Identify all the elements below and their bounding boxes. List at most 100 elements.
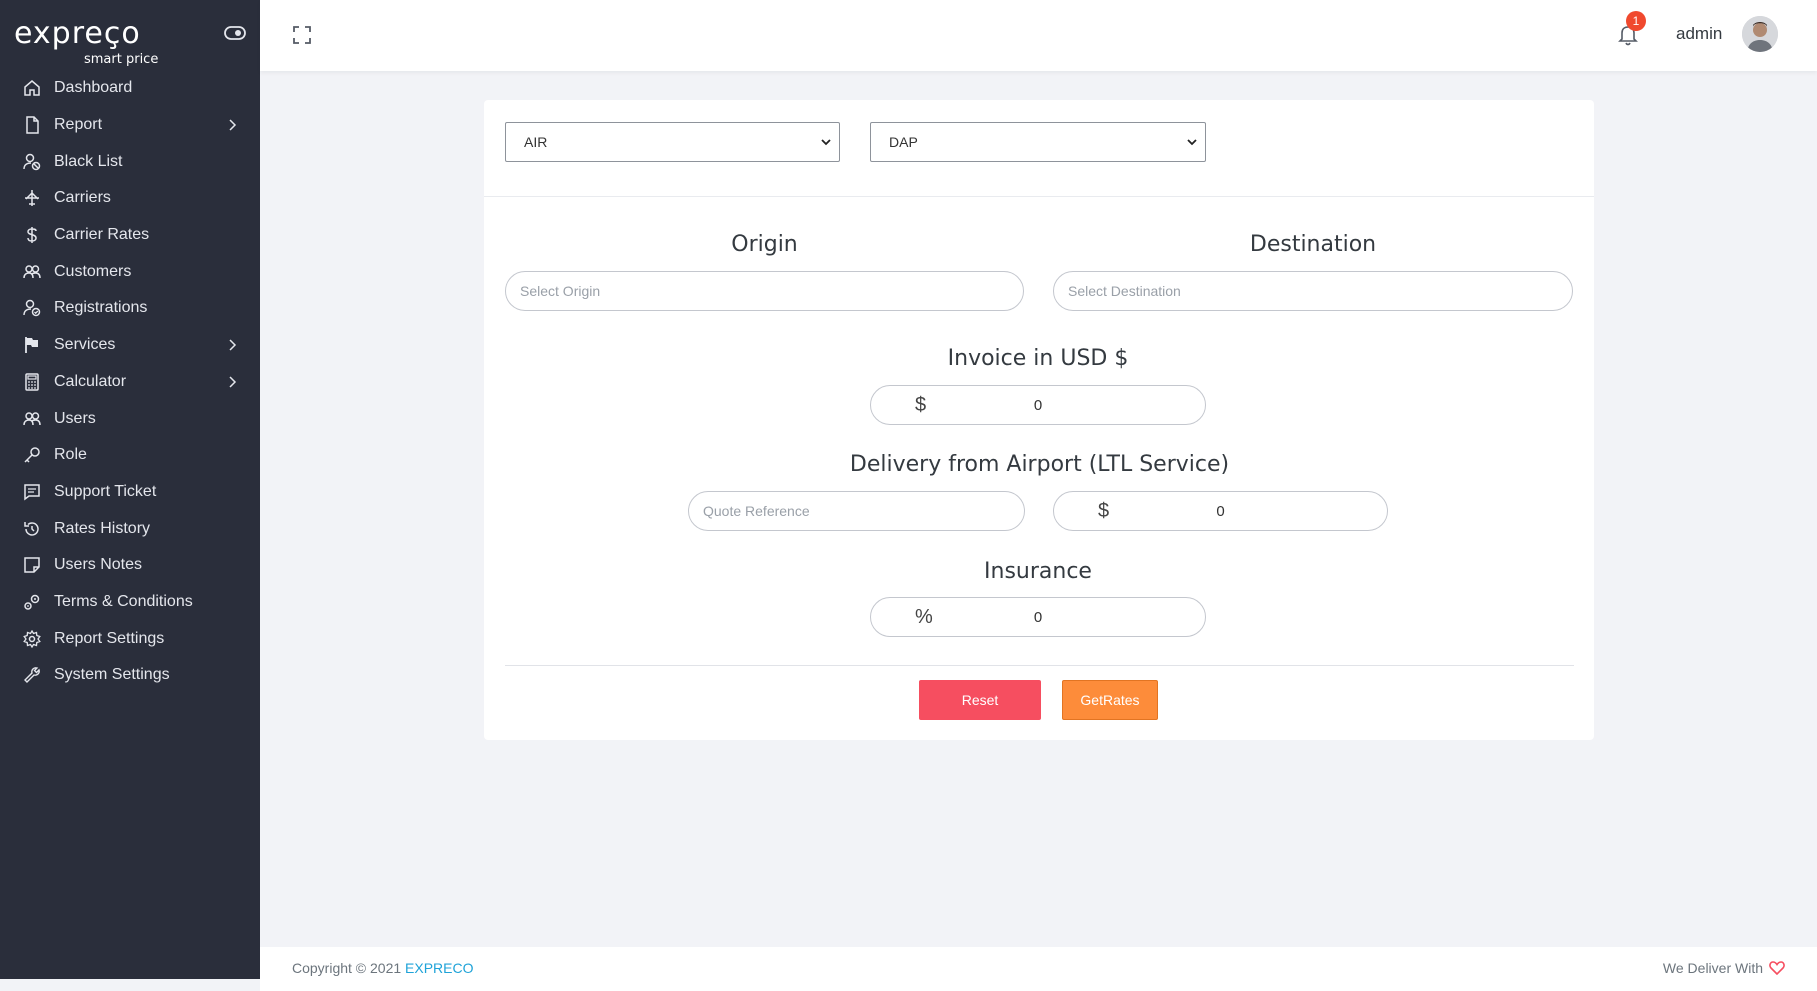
sidebar-item-label: Report bbox=[54, 116, 103, 134]
sidebar-item-dashboard[interactable]: Dashboard bbox=[0, 70, 260, 107]
history-icon bbox=[22, 519, 42, 539]
origin-placeholder: Select Origin bbox=[520, 283, 601, 299]
users-icon bbox=[22, 262, 42, 282]
sidebar-item-users[interactable]: Users bbox=[0, 400, 260, 437]
flag-icon bbox=[22, 335, 42, 355]
rate-calculator-card: AIR DAP Origin Destination Select Origin… bbox=[484, 100, 1594, 740]
sidebar-item-role[interactable]: Role bbox=[0, 437, 260, 474]
users-icon bbox=[22, 409, 42, 429]
sidebar-item-black-list[interactable]: Black List bbox=[0, 143, 260, 180]
sidebar-item-label: Role bbox=[54, 446, 87, 464]
sidebar-item-services[interactable]: Services bbox=[0, 327, 260, 364]
destination-input[interactable]: Select Destination bbox=[1053, 271, 1573, 311]
sidebar-item-label: Users bbox=[54, 409, 96, 427]
sidebar-item-label: Services bbox=[54, 336, 116, 354]
sidebar-item-rates-history[interactable]: Rates History bbox=[0, 510, 260, 547]
invoice-heading: Invoice in USD $ bbox=[947, 346, 1129, 371]
origin-heading: Origin bbox=[731, 232, 798, 257]
note-icon bbox=[22, 555, 42, 575]
sidebar-item-label: Carriers bbox=[54, 189, 111, 207]
brand-name: expreço bbox=[14, 16, 141, 51]
sidebar-item-label: Calculator bbox=[54, 372, 127, 390]
key-icon bbox=[22, 445, 42, 465]
mode-select[interactable]: AIR bbox=[505, 122, 840, 162]
brand-logo[interactable]: expreço smart price bbox=[14, 16, 244, 68]
destination-placeholder: Select Destination bbox=[1068, 283, 1181, 299]
brand-tagline: smart price bbox=[84, 52, 159, 67]
sidebar-item-support-ticket[interactable]: Support Ticket bbox=[0, 474, 260, 511]
footer: Copyright © 2021 EXPRECO We Deliver With bbox=[260, 947, 1817, 991]
chevron-right-icon bbox=[229, 119, 237, 131]
sidebar-item-label: Carrier Rates bbox=[54, 226, 150, 244]
destination-heading: Destination bbox=[1249, 232, 1377, 257]
sidebar-nav: Dashboard Report Black List Carriers Car… bbox=[0, 70, 260, 694]
insurance-heading: Insurance bbox=[984, 559, 1092, 584]
incoterm-select[interactable]: DAP bbox=[870, 122, 1206, 162]
sidebar-item-system-settings[interactable]: System Settings bbox=[0, 657, 260, 694]
sidebar-item-calculator[interactable]: Calculator bbox=[0, 364, 260, 401]
reset-button[interactable]: Reset bbox=[919, 680, 1041, 720]
invoice-input[interactable]: $ 0 bbox=[870, 385, 1206, 425]
wrench-icon bbox=[22, 665, 42, 685]
sidebar-item-label: System Settings bbox=[54, 666, 170, 684]
topbar: 1 admin bbox=[260, 0, 1817, 71]
user-block-icon bbox=[22, 152, 42, 172]
insurance-value: 0 bbox=[1033, 608, 1043, 626]
chevron-down-icon bbox=[1187, 139, 1197, 146]
dollar-icon bbox=[22, 225, 42, 245]
gears-icon bbox=[22, 592, 42, 612]
delivery-heading: Delivery from Airport (LTL Service) bbox=[849, 452, 1230, 477]
sidebar-item-carriers[interactable]: Carriers bbox=[0, 180, 260, 217]
user-check-icon bbox=[22, 298, 42, 318]
sidebar-item-registrations[interactable]: Registrations bbox=[0, 290, 260, 327]
sidebar-item-label: Customers bbox=[54, 262, 132, 280]
sidebar-toggle-icon[interactable] bbox=[224, 26, 246, 40]
fullscreen-icon[interactable] bbox=[292, 25, 312, 45]
get-rates-button[interactable]: GetRates bbox=[1062, 680, 1158, 720]
user-name[interactable]: admin bbox=[1676, 24, 1722, 44]
footer-brand-link[interactable]: EXPRECO bbox=[405, 960, 473, 976]
delivery-value: 0 bbox=[1216, 502, 1225, 520]
sidebar-item-users-notes[interactable]: Users Notes bbox=[0, 547, 260, 584]
plane-icon bbox=[22, 188, 42, 208]
chevron-right-icon bbox=[229, 339, 237, 351]
sidebar-item-terms-conditions[interactable]: Terms & Conditions bbox=[0, 584, 260, 621]
message-icon bbox=[22, 482, 42, 502]
invoice-value: 0 bbox=[1033, 396, 1043, 414]
avatar[interactable] bbox=[1742, 16, 1778, 52]
gear-icon bbox=[22, 629, 42, 649]
sidebar-item-label: Terms & Conditions bbox=[54, 592, 193, 610]
sidebar: expreço smart price Dashboard Report Bla… bbox=[0, 0, 260, 979]
quote-reference-placeholder: Quote Reference bbox=[703, 503, 810, 519]
delivery-amount-input[interactable]: $ 0 bbox=[1053, 491, 1388, 531]
calculator-icon bbox=[22, 372, 42, 392]
origin-input[interactable]: Select Origin bbox=[505, 271, 1024, 311]
insurance-input[interactable]: % 0 bbox=[870, 597, 1206, 637]
notification-badge[interactable]: 1 bbox=[1626, 11, 1646, 31]
sidebar-item-label: Support Ticket bbox=[54, 482, 157, 500]
sidebar-item-report-settings[interactable]: Report Settings bbox=[0, 620, 260, 657]
chevron-down-icon bbox=[821, 139, 831, 146]
heart-icon bbox=[1769, 961, 1785, 975]
sidebar-item-label: Dashboard bbox=[54, 79, 133, 97]
home-icon bbox=[22, 78, 42, 98]
copyright-label: Copyright © 2021 bbox=[292, 960, 406, 976]
deliver-with: We Deliver With bbox=[1663, 960, 1785, 976]
file-icon bbox=[22, 115, 42, 135]
chevron-right-icon bbox=[229, 376, 237, 388]
sidebar-item-label: Users Notes bbox=[54, 556, 143, 574]
quote-reference-input[interactable]: Quote Reference bbox=[688, 491, 1025, 531]
mode-select-value: AIR bbox=[524, 134, 548, 150]
sidebar-item-label: Black List bbox=[54, 152, 123, 170]
copyright-text: Copyright © 2021 EXPRECO bbox=[292, 960, 474, 976]
form-divider bbox=[505, 665, 1574, 666]
sidebar-item-customers[interactable]: Customers bbox=[0, 253, 260, 290]
sidebar-item-label: Rates History bbox=[54, 519, 151, 537]
sidebar-item-label: Report Settings bbox=[54, 629, 165, 647]
sidebar-item-report[interactable]: Report bbox=[0, 107, 260, 144]
sidebar-item-carrier-rates[interactable]: Carrier Rates bbox=[0, 217, 260, 254]
card-header: AIR DAP bbox=[484, 100, 1594, 197]
incoterm-select-value: DAP bbox=[889, 134, 918, 150]
deliver-text: We Deliver With bbox=[1662, 960, 1763, 976]
sidebar-item-label: Registrations bbox=[54, 299, 148, 317]
